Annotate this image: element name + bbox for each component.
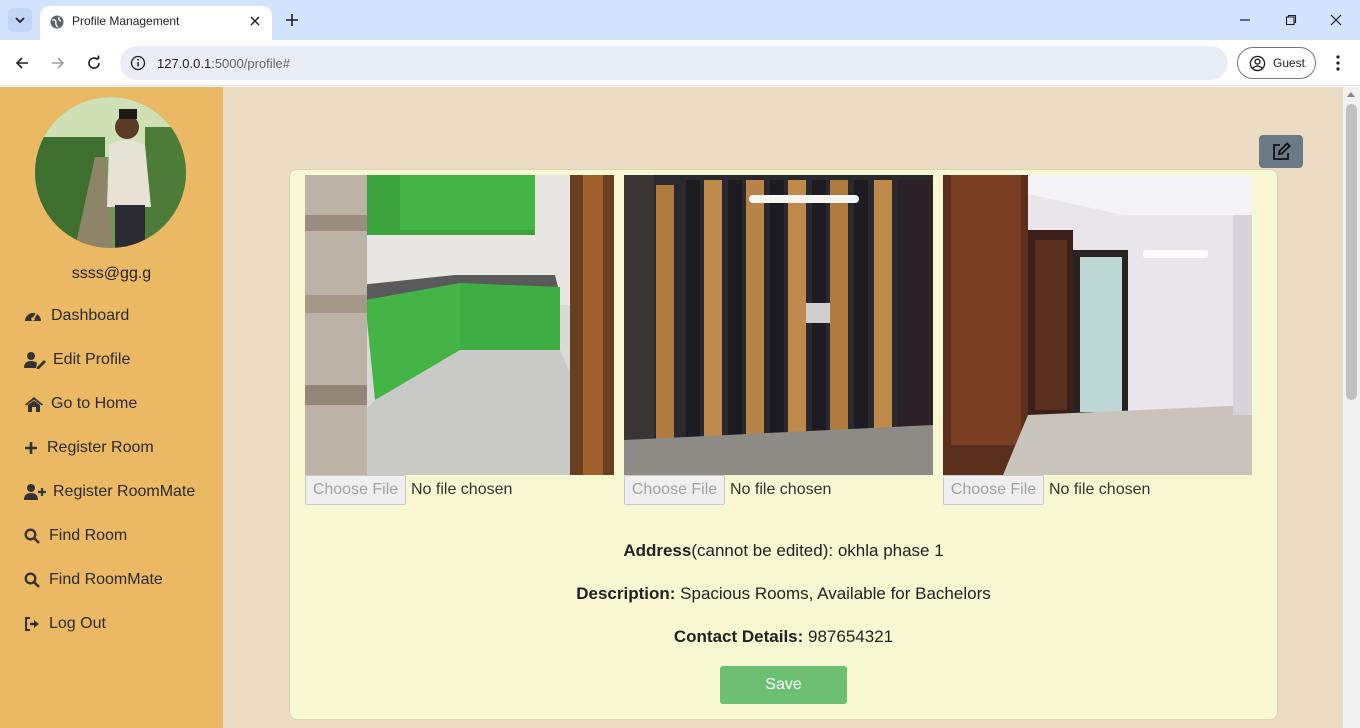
choose-file-button[interactable]: Choose File bbox=[624, 475, 725, 505]
url-text: 127.0.0.1:5000/profile# bbox=[157, 56, 290, 71]
file-input-3[interactable]: Choose File No file chosen bbox=[943, 475, 1252, 505]
sidebar-item-label: Edit Profile bbox=[53, 351, 131, 368]
window-close-button[interactable] bbox=[1326, 10, 1346, 30]
tab-close-button[interactable] bbox=[246, 12, 264, 30]
room-photo-bedroom bbox=[943, 175, 1252, 475]
avatar bbox=[35, 97, 186, 248]
sidebar-item-label: Log Out bbox=[49, 615, 106, 632]
sidebar-item-dashboard[interactable]: Dashboard bbox=[24, 304, 129, 328]
user-email: ssss@gg.g bbox=[71, 265, 152, 282]
scroll-up-arrow-icon[interactable] bbox=[1347, 92, 1355, 97]
edit-icon bbox=[1273, 141, 1291, 160]
arrow-left-icon bbox=[15, 57, 28, 69]
address-value: (cannot be edited): okhla phase 1 bbox=[691, 541, 944, 560]
sidebar-item-register-room[interactable]: Register Room bbox=[24, 436, 154, 460]
description-line: Description: Spacious Rooms, Available f… bbox=[290, 584, 1277, 604]
url-path: :5000/profile# bbox=[211, 56, 290, 71]
chevron-down-icon bbox=[15, 17, 25, 24]
sidebar-item-register-roommate[interactable]: Register RoomMate bbox=[24, 480, 195, 504]
description-value: Spacious Rooms, Available for Bachelors bbox=[675, 584, 991, 603]
close-icon bbox=[250, 16, 260, 26]
sidebar-item-label: Find Room bbox=[49, 527, 128, 544]
browser-menu-button[interactable] bbox=[1328, 52, 1348, 74]
contact-label: Contact Details: bbox=[673, 627, 804, 646]
back-button[interactable] bbox=[11, 52, 33, 74]
file-status: No file chosen bbox=[730, 481, 832, 498]
room-photo-kitchen bbox=[305, 175, 614, 475]
restore-icon bbox=[1285, 14, 1297, 26]
search-icon bbox=[24, 527, 42, 545]
sidebar-item-label: Go to Home bbox=[51, 395, 138, 412]
account-circle-icon bbox=[1249, 55, 1266, 72]
reload-icon bbox=[88, 55, 100, 69]
room-details-card: Choose File No file chosen Choose File N… bbox=[289, 169, 1278, 720]
close-icon bbox=[1330, 14, 1342, 26]
arrow-right-icon bbox=[52, 57, 65, 69]
sidebar-item-label: Dashboard bbox=[51, 307, 130, 324]
edit-profile-button[interactable] bbox=[1259, 135, 1303, 168]
page-content: ssss@gg.g Dashboard Edit Profile Go to H… bbox=[0, 87, 1360, 728]
minimize-icon bbox=[1240, 19, 1250, 21]
room-photo-wall-panel bbox=[624, 175, 933, 475]
search-icon bbox=[24, 571, 42, 589]
sidebar-item-label: Find RoomMate bbox=[49, 571, 163, 588]
scroll-thumb[interactable] bbox=[1346, 104, 1357, 400]
tab-title: Profile Management bbox=[72, 14, 180, 28]
choose-file-button[interactable]: Choose File bbox=[305, 475, 406, 505]
sidebar-item-go-home[interactable]: Go to Home bbox=[24, 392, 137, 416]
sidebar-item-logout[interactable]: Log Out bbox=[24, 612, 106, 636]
sidebar-item-find-roommate[interactable]: Find RoomMate bbox=[24, 568, 163, 592]
sidebar-item-label: Register RoomMate bbox=[53, 483, 196, 500]
file-input-2[interactable]: Choose File No file chosen bbox=[624, 475, 933, 505]
contact-line: Contact Details: 987654321 bbox=[290, 627, 1277, 647]
address-line: Address(cannot be edited): okhla phase 1 bbox=[290, 541, 1277, 561]
forward-button[interactable] bbox=[47, 52, 69, 74]
reload-button[interactable] bbox=[83, 52, 105, 74]
browser-toolbar: 127.0.0.1:5000/profile# Guest bbox=[0, 40, 1360, 86]
dashboard-icon bbox=[24, 307, 44, 325]
photo-slot-1: Choose File No file chosen bbox=[305, 175, 614, 505]
photo-slot-3: Choose File No file chosen bbox=[943, 175, 1252, 505]
restore-button[interactable] bbox=[1281, 10, 1301, 30]
globe-icon bbox=[50, 15, 64, 29]
address-bar[interactable]: 127.0.0.1:5000/profile# bbox=[120, 46, 1228, 80]
url-host: 127.0.0.1 bbox=[157, 56, 212, 71]
user-edit-icon bbox=[24, 351, 46, 369]
file-status: No file chosen bbox=[411, 481, 513, 498]
choose-file-button[interactable]: Choose File bbox=[943, 475, 1044, 505]
tab-search-button[interactable] bbox=[8, 8, 32, 32]
info-icon[interactable] bbox=[130, 55, 146, 71]
browser-tabbar: Profile Management bbox=[0, 0, 1360, 40]
contact-value: 987654321 bbox=[803, 627, 894, 646]
page-scrollbar[interactable] bbox=[1343, 87, 1360, 728]
save-button[interactable]: Save bbox=[720, 666, 847, 704]
photo-slot-2: Choose File No file chosen bbox=[624, 175, 933, 505]
sidebar-item-edit-profile[interactable]: Edit Profile bbox=[24, 348, 130, 372]
file-status: No file chosen bbox=[1049, 481, 1151, 498]
more-vert-icon bbox=[1336, 55, 1340, 71]
minimize-button[interactable] bbox=[1235, 10, 1255, 30]
plus-icon bbox=[24, 439, 40, 457]
sidebar: ssss@gg.g Dashboard Edit Profile Go to H… bbox=[0, 87, 223, 728]
profile-button[interactable]: Guest bbox=[1237, 47, 1316, 79]
description-label: Description: bbox=[576, 584, 676, 603]
address-label: Address bbox=[623, 541, 692, 560]
sidebar-item-find-room[interactable]: Find Room bbox=[24, 524, 127, 548]
profile-label: Guest bbox=[1273, 56, 1306, 70]
user-plus-icon bbox=[24, 483, 46, 501]
sidebar-item-label: Register Room bbox=[47, 439, 154, 456]
logout-icon bbox=[24, 615, 42, 633]
file-input-1[interactable]: Choose File No file chosen bbox=[305, 475, 614, 505]
plus-icon bbox=[286, 14, 298, 26]
home-icon bbox=[24, 395, 44, 413]
browser-tab[interactable]: Profile Management bbox=[40, 6, 272, 40]
new-tab-button[interactable] bbox=[282, 10, 302, 30]
